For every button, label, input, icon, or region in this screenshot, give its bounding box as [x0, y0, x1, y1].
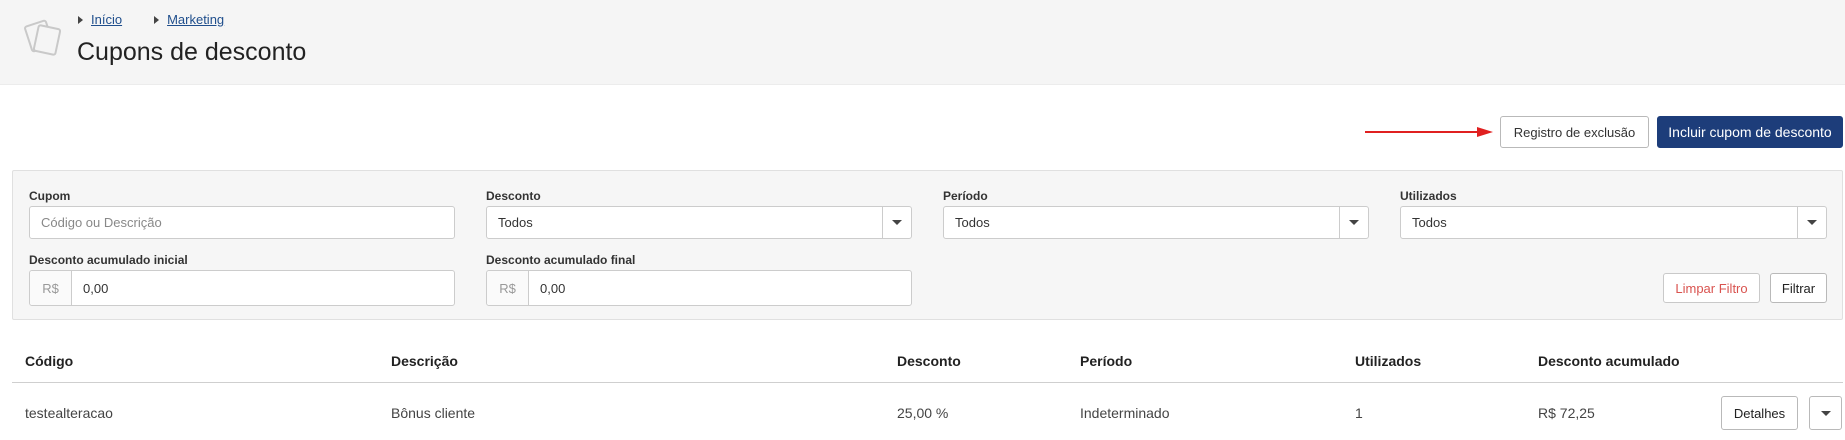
coupon-filter-label: Cupom	[29, 189, 71, 203]
table-header-divider	[12, 382, 1843, 383]
coupon-search-input[interactable]: Código ou Descrição	[29, 206, 455, 239]
breadcrumb-item-marketing: Marketing	[154, 12, 224, 27]
cell-code: testealteracao	[25, 405, 113, 421]
column-header-description: Descrição	[391, 353, 458, 369]
cell-discount: 25,00 %	[897, 405, 949, 421]
used-filter-label: Utilizados	[1400, 189, 1457, 203]
coupon-search-placeholder: Código ou Descrição	[41, 215, 162, 230]
caret-right-icon	[78, 15, 83, 24]
breadcrumb: Início Marketing	[78, 12, 256, 27]
clear-filter-button[interactable]: Limpar Filtro	[1663, 273, 1760, 303]
accum-end-label: Desconto acumulado final	[486, 253, 636, 267]
breadcrumb-item-home: Início	[78, 12, 122, 27]
coupon-icon	[24, 19, 62, 56]
discount-select-value: Todos	[498, 215, 533, 230]
add-coupon-button[interactable]: Incluir cupom de desconto	[1657, 116, 1843, 148]
discount-select[interactable]: Todos	[486, 206, 912, 239]
row-actions-dropdown-button[interactable]	[1809, 396, 1842, 430]
column-header-code: Código	[25, 353, 74, 369]
used-select[interactable]: Todos	[1400, 206, 1827, 239]
chevron-down-icon	[1820, 410, 1831, 416]
filter-panel: Cupom Código ou Descrição Desconto Todos…	[12, 170, 1843, 320]
page-header: Início Marketing Cupons de desconto	[0, 0, 1845, 85]
column-header-used: Utilizados	[1355, 353, 1422, 369]
accum-start-value: 0,00	[83, 280, 109, 296]
used-select-value: Todos	[1412, 215, 1447, 230]
cell-used: 1	[1355, 405, 1363, 421]
period-select-value: Todos	[955, 215, 990, 230]
caret-right-icon	[154, 15, 160, 24]
column-header-accumulated: Desconto acumulado	[1538, 353, 1680, 369]
apply-filter-button[interactable]: Filtrar	[1770, 273, 1827, 303]
deletion-log-button[interactable]: Registro de exclusão	[1500, 116, 1649, 148]
accum-start-label: Desconto acumulado inicial	[29, 253, 188, 267]
chevron-down-icon	[882, 207, 911, 238]
column-header-discount: Desconto	[897, 353, 961, 369]
cell-accumulated: R$ 72,25	[1538, 405, 1595, 421]
breadcrumb-link-marketing[interactable]: Marketing	[167, 12, 224, 27]
details-button[interactable]: Detalhes	[1721, 396, 1798, 430]
period-filter-label: Período	[943, 189, 988, 203]
accum-start-input[interactable]: R$ 0,00	[29, 270, 455, 306]
page-title: Cupons de desconto	[77, 38, 307, 66]
currency-addon: R$	[487, 271, 529, 305]
chevron-down-icon	[1797, 207, 1826, 238]
annotation-arrow	[1365, 127, 1493, 137]
cell-period: Indeterminado	[1080, 405, 1170, 421]
cell-description: Bônus cliente	[391, 405, 476, 421]
chevron-down-icon	[1339, 207, 1368, 238]
column-header-period: Período	[1080, 353, 1133, 369]
discount-filter-label: Desconto	[486, 189, 541, 203]
currency-addon: R$	[30, 271, 72, 305]
period-select[interactable]: Todos	[943, 206, 1369, 239]
accum-end-input[interactable]: R$ 0,00	[486, 270, 912, 306]
accum-end-value: 0,00	[540, 280, 566, 296]
breadcrumb-link-home[interactable]: Início	[91, 12, 122, 27]
